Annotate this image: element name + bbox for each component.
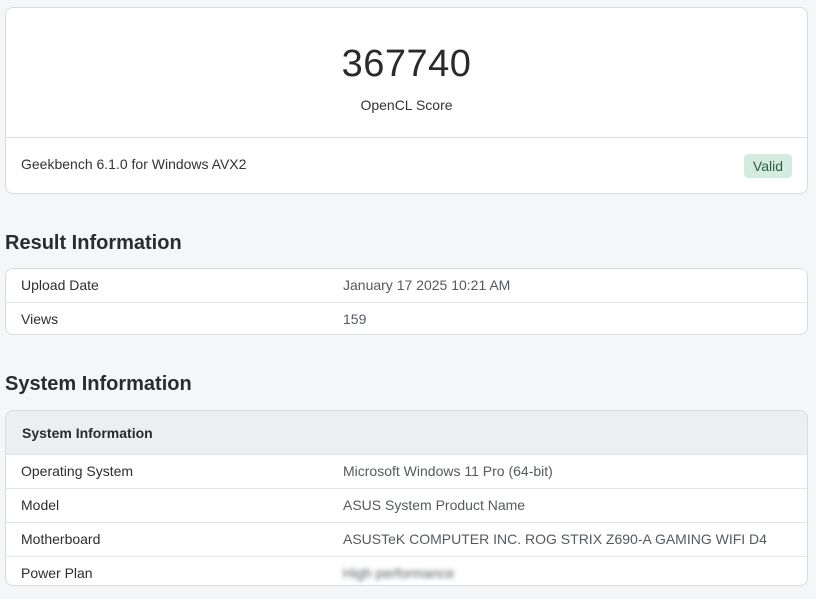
result-information-heading: Result Information	[5, 232, 182, 254]
table-row: Upload Date January 17 2025 10:21 AM	[6, 269, 807, 303]
score-footer: Geekbench 6.1.0 for Windows AVX2 Valid	[6, 138, 807, 193]
model-value: ASUS System Product Name	[343, 497, 526, 513]
views-label: Views	[21, 311, 59, 327]
table-row: Power Plan High performance	[6, 557, 807, 585]
table-row: Motherboard ASUSTeK COMPUTER INC. ROG ST…	[6, 523, 807, 557]
model-label: Model	[21, 497, 60, 513]
system-information-table: System Information Operating System Micr…	[5, 410, 808, 586]
upload-date-value: January 17 2025 10:21 AM	[343, 277, 511, 293]
system-table-header: System Information	[6, 411, 807, 455]
score-header: 367740 OpenCL Score	[6, 8, 807, 138]
operating-system-label: Operating System	[21, 463, 134, 479]
table-row: Views 159	[6, 303, 807, 334]
system-table-header-label: System Information	[22, 425, 153, 441]
power-plan-label: Power Plan	[21, 565, 93, 581]
result-information-table: Upload Date January 17 2025 10:21 AM Vie…	[5, 268, 808, 335]
motherboard-value: ASUSTeK COMPUTER INC. ROG STRIX Z690-A G…	[343, 531, 767, 547]
benchmark-version: Geekbench 6.1.0 for Windows AVX2	[21, 156, 247, 172]
opencl-score-value: 367740	[341, 43, 472, 85]
valid-badge: Valid	[743, 154, 792, 178]
score-card: 367740 OpenCL Score Geekbench 6.1.0 for …	[5, 7, 808, 194]
power-plan-value: High performance	[343, 565, 455, 581]
system-information-heading: System Information	[5, 373, 192, 395]
upload-date-label: Upload Date	[21, 277, 99, 293]
opencl-score-label: OpenCL Score	[360, 97, 453, 113]
views-value: 159	[343, 311, 367, 327]
table-row: Model ASUS System Product Name	[6, 489, 807, 523]
table-row: Operating System Microsoft Windows 11 Pr…	[6, 455, 807, 489]
operating-system-value: Microsoft Windows 11 Pro (64-bit)	[343, 463, 553, 479]
motherboard-label: Motherboard	[21, 531, 101, 547]
